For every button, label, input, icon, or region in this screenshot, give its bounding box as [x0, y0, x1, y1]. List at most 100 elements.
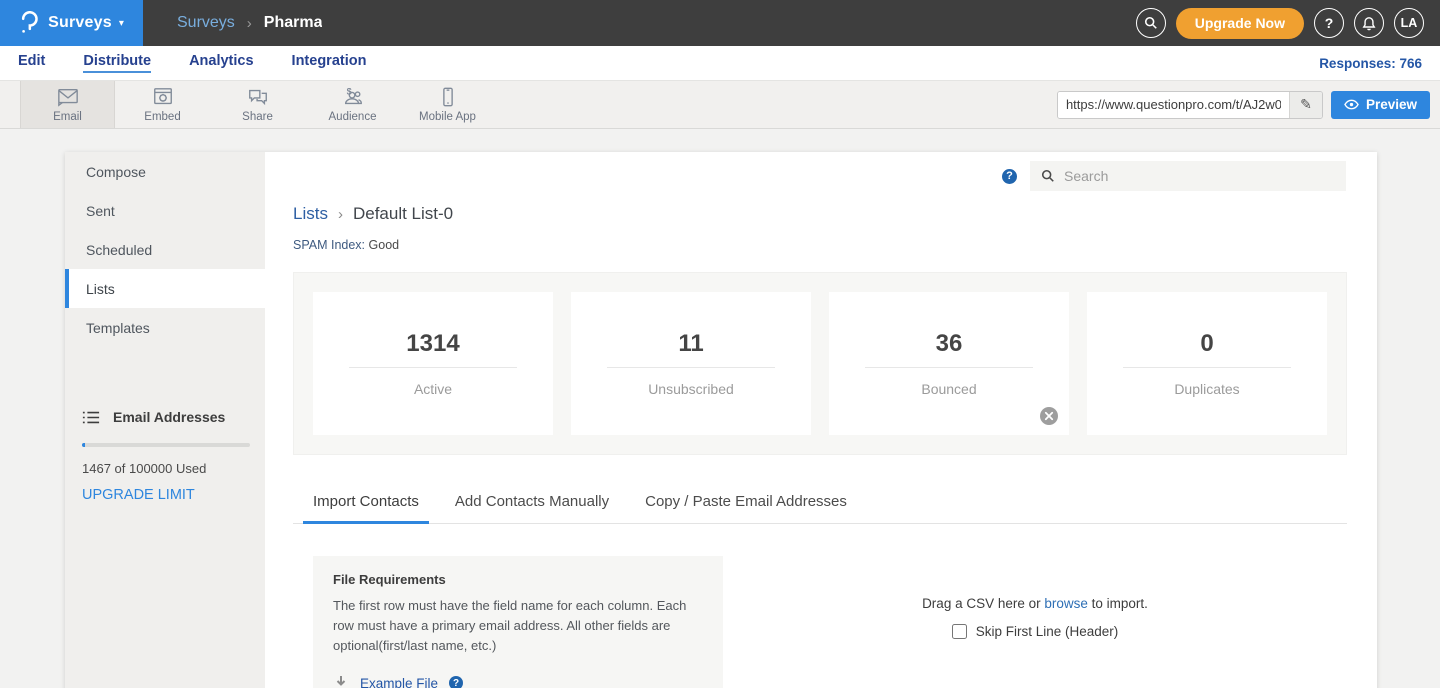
spam-index-row: SPAM Index: Good: [293, 238, 1377, 252]
toolbar-right: ✎ Preview: [1057, 81, 1430, 128]
upgrade-limit-link[interactable]: UPGRADE LIMIT: [82, 487, 250, 503]
spam-index-label: SPAM Index:: [293, 238, 365, 252]
contacts-search-input[interactable]: [1064, 168, 1335, 184]
email-icon: [56, 86, 80, 108]
toolbar-item-label: Share: [242, 111, 273, 123]
tab-distribute[interactable]: Distribute: [83, 53, 151, 73]
skip-first-line-row: Skip First Line (Header): [952, 624, 1119, 639]
list-detail-main: ? Lists › Default List-0 SPAM Index: Goo…: [265, 152, 1377, 688]
pencil-icon: ✎: [1300, 96, 1312, 113]
toolbar-item-label: Mobile App: [419, 111, 476, 123]
toolbar-item-label: Email: [53, 111, 82, 123]
stat-value: 11: [678, 330, 703, 358]
dropzone-instruction: Drag a CSV here or browse to import.: [922, 596, 1148, 611]
chevron-down-icon: ▾: [119, 18, 124, 29]
example-file-row: Example File ?: [333, 675, 703, 688]
toolbar-item-embed[interactable]: Embed: [115, 81, 210, 128]
survey-nav: Edit Distribute Analytics Integration Re…: [0, 46, 1440, 80]
quota-progress-fill: [82, 443, 85, 447]
questionpro-logo-icon: [19, 11, 39, 35]
sidebar-item-sent[interactable]: Sent: [65, 191, 265, 230]
tab-copy-paste-email-addresses[interactable]: Copy / Paste Email Addresses: [635, 485, 857, 524]
help-button[interactable]: ?: [1314, 8, 1344, 38]
upgrade-now-button[interactable]: Upgrade Now: [1176, 8, 1304, 39]
breadcrumb: Surveys › Pharma: [177, 14, 322, 32]
sidebar-item-lists[interactable]: Lists: [65, 269, 265, 308]
toolbar-item-mobile-app[interactable]: Mobile App: [400, 81, 495, 128]
avatar-initials: LA: [1401, 16, 1418, 30]
product-name: Surveys: [48, 14, 112, 32]
toolbar-item-label: Embed: [144, 111, 180, 123]
edit-url-button[interactable]: ✎: [1289, 92, 1322, 118]
download-icon: [333, 675, 349, 688]
bell-icon: [1362, 16, 1376, 31]
product-switcher[interactable]: Surveys ▾: [0, 0, 143, 46]
stat-value: 0: [1200, 330, 1213, 358]
question-icon: ?: [1325, 15, 1334, 31]
share-icon: [246, 86, 270, 108]
lists-link[interactable]: Lists: [293, 204, 328, 224]
preview-label: Preview: [1366, 97, 1417, 112]
notifications-button[interactable]: [1354, 8, 1384, 38]
quota-progress-bar: [82, 443, 250, 447]
toolbar-item-share[interactable]: Share: [210, 81, 305, 128]
skip-first-line-label[interactable]: Skip First Line (Header): [976, 624, 1119, 639]
csv-dropzone[interactable]: Drag a CSV here or browse to import. Ski…: [723, 556, 1347, 688]
sidebar-item-scheduled[interactable]: Scheduled: [65, 230, 265, 269]
divider: [607, 367, 775, 368]
search-icon: [1041, 169, 1055, 183]
quota-usage-text: 1467 of 100000 Used: [82, 461, 250, 476]
search-icon: [1144, 16, 1158, 30]
toolbar-item-audience[interactable]: $ Audience: [305, 81, 400, 128]
spam-index-value: Good: [369, 238, 400, 252]
contacts-search-box: [1030, 161, 1346, 191]
tab-edit[interactable]: Edit: [18, 53, 45, 73]
avatar[interactable]: LA: [1394, 8, 1424, 38]
breadcrumb-surveys-link[interactable]: Surveys: [177, 14, 235, 32]
browse-link[interactable]: browse: [1044, 596, 1088, 611]
responses-count[interactable]: Responses: 766: [1319, 56, 1422, 71]
skip-first-line-checkbox[interactable]: [952, 624, 967, 639]
example-file-link[interactable]: Example File: [360, 676, 438, 688]
email-addresses-quota: Email Addresses 1467 of 100000 Used UPGR…: [65, 409, 265, 503]
example-file-help-icon[interactable]: ?: [449, 676, 463, 688]
eye-icon: [1344, 99, 1359, 110]
clear-bounced-icon[interactable]: [1040, 407, 1058, 425]
tab-add-contacts-manually[interactable]: Add Contacts Manually: [445, 485, 619, 524]
contacts-tabs: Import Contacts Add Contacts Manually Co…: [293, 485, 1347, 524]
stat-value: 1314: [406, 330, 459, 358]
help-icon[interactable]: ?: [1002, 169, 1017, 184]
preview-button[interactable]: Preview: [1331, 91, 1430, 119]
sidebar-item-templates[interactable]: Templates: [65, 308, 265, 347]
survey-url-box: ✎: [1057, 91, 1323, 119]
survey-url-input[interactable]: [1058, 92, 1289, 118]
chevron-right-icon: ›: [247, 15, 252, 32]
tab-integration[interactable]: Integration: [292, 53, 367, 73]
audience-icon: $: [341, 86, 365, 108]
tab-import-contacts[interactable]: Import Contacts: [303, 485, 429, 524]
list-stats-panel: 1314 Active 11 Unsubscribed 36 Bounced 0…: [293, 272, 1347, 455]
email-addresses-header: Email Addresses: [82, 409, 250, 425]
search-button[interactable]: [1136, 8, 1166, 38]
stat-label: Unsubscribed: [648, 381, 734, 397]
divider: [349, 367, 517, 368]
sidebar-item-compose[interactable]: Compose: [65, 152, 265, 191]
stat-label: Duplicates: [1174, 381, 1239, 397]
survey-nav-tabs: Edit Distribute Analytics Integration: [18, 53, 366, 73]
stat-card-duplicates: 0 Duplicates: [1087, 292, 1327, 435]
mobile-app-icon: [436, 86, 460, 108]
toolbar-item-email[interactable]: Email: [20, 81, 115, 128]
stat-value: 36: [936, 330, 963, 358]
stat-card-unsubscribed: 11 Unsubscribed: [571, 292, 811, 435]
current-list-name: Default List-0: [353, 204, 453, 224]
email-addresses-title: Email Addresses: [113, 409, 225, 425]
list-breadcrumb: Lists › Default List-0: [293, 204, 1377, 224]
main-top-row: ?: [265, 152, 1377, 191]
tab-analytics[interactable]: Analytics: [189, 53, 253, 73]
stat-label: Active: [414, 381, 452, 397]
import-contacts-panel: File Requirements The first row must hav…: [313, 556, 1347, 688]
survey-title: Pharma: [264, 14, 322, 32]
file-requirements-body: The first row must have the field name f…: [333, 596, 688, 656]
toolbar-item-label: Audience: [329, 111, 377, 123]
chevron-right-icon: ›: [338, 206, 343, 223]
